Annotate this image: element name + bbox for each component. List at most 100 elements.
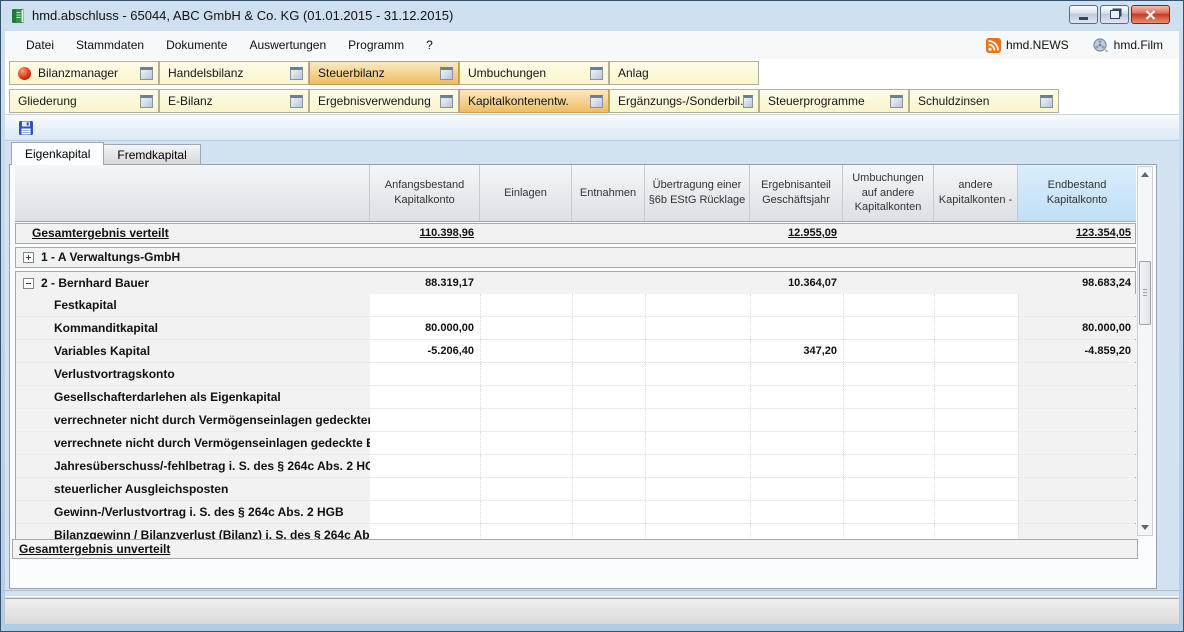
- cell-einlagen[interactable]: [480, 340, 572, 362]
- table-row[interactable]: verrechnete nicht durch Vermögenseinlage…: [16, 432, 1135, 455]
- cell-uebertragung[interactable]: [645, 409, 750, 431]
- tab-steuerprogramme[interactable]: Steuerprogramme: [759, 89, 909, 113]
- cell-ergebnisanteil[interactable]: [750, 363, 843, 385]
- cell-entnahmen[interactable]: [572, 409, 645, 431]
- cell-andere[interactable]: [934, 409, 1018, 431]
- cell-ergebnisanteil[interactable]: [750, 501, 843, 523]
- cell-anfangsbestand[interactable]: [370, 478, 480, 500]
- menu-item[interactable]: Programm: [337, 31, 415, 59]
- cell-anfangsbestand[interactable]: -5.206,40: [370, 340, 480, 362]
- tab-gliederung[interactable]: Gliederung: [9, 89, 159, 113]
- cell-uebertragung[interactable]: [645, 386, 750, 408]
- tab-handelsbilanz[interactable]: Handelsbilanz: [159, 61, 309, 85]
- cell-uebertragung[interactable]: [645, 478, 750, 500]
- table-row[interactable]: verrechneter nicht durch Vermögenseinlag…: [16, 409, 1135, 432]
- table-row[interactable]: Verlustvortragskonto: [16, 363, 1135, 386]
- cell-entnahmen[interactable]: [572, 432, 645, 454]
- tab-eigenkapital[interactable]: Eigenkapital: [11, 142, 104, 165]
- cell-entnahmen[interactable]: [572, 501, 645, 523]
- cell-entnahmen[interactable]: [572, 455, 645, 477]
- table-row[interactable]: steuerlicher Ausgleichsposten: [16, 478, 1135, 501]
- scroll-down-button[interactable]: [1138, 520, 1152, 535]
- cell-uebertragung[interactable]: [645, 363, 750, 385]
- cell-ergebnisanteil[interactable]: [750, 386, 843, 408]
- cell-uebertragung[interactable]: [645, 432, 750, 454]
- table-row[interactable]: Kommanditkapital 80.000,00 80.000,00: [16, 317, 1135, 340]
- cell-andere[interactable]: [934, 317, 1018, 339]
- menu-item[interactable]: Datei: [15, 31, 65, 59]
- cell-ergebnisanteil[interactable]: [750, 409, 843, 431]
- tab-kapitalkontenentw[interactable]: Kapitalkontenentw.: [459, 89, 609, 113]
- cell-einlagen[interactable]: [480, 363, 572, 385]
- cell-ergebnisanteil[interactable]: [750, 432, 843, 454]
- cell-ergebnisanteil[interactable]: [750, 478, 843, 500]
- row-gesamtergebnis-unverteilt[interactable]: Gesamtergebnis unverteilt: [12, 539, 1138, 559]
- restore-button[interactable]: [1100, 5, 1129, 24]
- cell-einlagen[interactable]: [480, 455, 572, 477]
- cell-entnahmen[interactable]: [572, 317, 645, 339]
- cell-einlagen[interactable]: [480, 501, 572, 523]
- cell-anfangsbestand[interactable]: [370, 501, 480, 523]
- tab-ergaenzungs-sonderbil[interactable]: Ergänzungs-/Sonderbil.: [609, 89, 759, 113]
- cell-uebertragung[interactable]: [645, 340, 750, 362]
- cell-umbuchungen[interactable]: [843, 501, 934, 523]
- menu-item[interactable]: Dokumente: [155, 31, 238, 59]
- tab-ergebnisverwendung[interactable]: Ergebnisverwendung: [309, 89, 459, 113]
- table-row[interactable]: Jahresüberschuss/-fehlbetrag i. S. des §…: [16, 455, 1135, 478]
- cell-umbuchungen[interactable]: [843, 363, 934, 385]
- expand-icon[interactable]: [23, 252, 34, 263]
- cell-anfangsbestand[interactable]: [370, 294, 480, 316]
- cell-einlagen[interactable]: [480, 317, 572, 339]
- cell-andere[interactable]: [934, 294, 1018, 316]
- tab-e-bilanz[interactable]: E-Bilanz: [159, 89, 309, 113]
- scrollbar-thumb[interactable]: [1139, 261, 1151, 325]
- cell-andere[interactable]: [934, 455, 1018, 477]
- cell-entnahmen[interactable]: [572, 340, 645, 362]
- cell-anfangsbestand[interactable]: [370, 432, 480, 454]
- cell-ergebnisanteil[interactable]: 347,20: [750, 340, 843, 362]
- cell-umbuchungen[interactable]: [843, 340, 934, 362]
- cell-anfangsbestand[interactable]: [370, 455, 480, 477]
- cell-ergebnisanteil[interactable]: [750, 317, 843, 339]
- row-gesamtergebnis-verteilt[interactable]: Gesamtergebnis verteilt 110.398,96 12.95…: [15, 223, 1136, 244]
- cell-anfangsbestand[interactable]: 80.000,00: [370, 317, 480, 339]
- table-row[interactable]: Festkapital: [16, 294, 1135, 317]
- cell-einlagen[interactable]: [480, 409, 572, 431]
- minimize-button[interactable]: [1069, 5, 1098, 24]
- cell-andere[interactable]: [934, 363, 1018, 385]
- cell-entnahmen[interactable]: [572, 386, 645, 408]
- table-row[interactable]: Variables Kapital -5.206,40 347,20 -4.85…: [16, 340, 1135, 363]
- cell-uebertragung[interactable]: [645, 294, 750, 316]
- tab-bilanzmanager[interactable]: Bilanzmanager: [9, 61, 159, 85]
- cell-entnahmen[interactable]: [572, 363, 645, 385]
- hmd-news-link[interactable]: hmd.NEWS: [986, 38, 1069, 53]
- hmd-film-link[interactable]: hmd.Film: [1093, 38, 1163, 53]
- cell-umbuchungen[interactable]: [843, 317, 934, 339]
- row-bernhard-bauer[interactable]: 2 - Bernhard Bauer 88.319,17 10.364,07 9…: [16, 272, 1135, 294]
- cell-uebertragung[interactable]: [645, 501, 750, 523]
- tab-steuerbilanz[interactable]: Steuerbilanz: [309, 61, 459, 85]
- cell-andere[interactable]: [934, 478, 1018, 500]
- cell-einlagen[interactable]: [480, 386, 572, 408]
- scroll-up-button[interactable]: [1138, 167, 1152, 182]
- cell-umbuchungen[interactable]: [843, 409, 934, 431]
- collapse-icon[interactable]: [23, 278, 34, 289]
- close-button[interactable]: [1131, 5, 1170, 24]
- cell-entnahmen[interactable]: [572, 294, 645, 316]
- tab-anlag[interactable]: Anlag: [609, 61, 759, 85]
- cell-uebertragung[interactable]: [645, 455, 750, 477]
- save-button[interactable]: [14, 116, 38, 139]
- cell-anfangsbestand[interactable]: [370, 409, 480, 431]
- cell-einlagen[interactable]: [480, 294, 572, 316]
- cell-einlagen[interactable]: [480, 432, 572, 454]
- cell-einlagen[interactable]: [480, 478, 572, 500]
- cell-entnahmen[interactable]: [572, 478, 645, 500]
- table-row[interactable]: Gesellschafterdarlehen als Eigenkapital: [16, 386, 1135, 409]
- cell-umbuchungen[interactable]: [843, 478, 934, 500]
- cell-anfangsbestand[interactable]: [370, 363, 480, 385]
- menu-item[interactable]: ?: [415, 31, 444, 59]
- cell-umbuchungen[interactable]: [843, 386, 934, 408]
- tab-umbuchungen[interactable]: Umbuchungen: [459, 61, 609, 85]
- cell-andere[interactable]: [934, 386, 1018, 408]
- title-bar[interactable]: hmd.abschluss - 65044, ABC GmbH & Co. KG…: [1, 1, 1183, 31]
